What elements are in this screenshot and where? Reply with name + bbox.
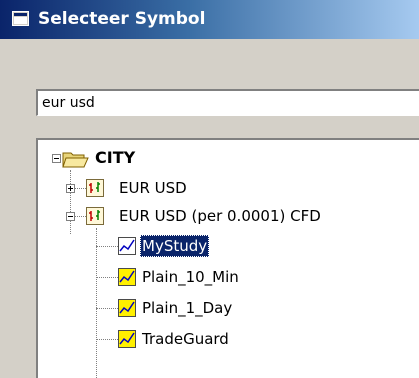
symbol-search-input[interactable] — [36, 89, 419, 116]
symbol-tree: CITY EUR USD EUR USD (per 0.0001) CFD My… — [38, 140, 419, 378]
study-icon — [118, 299, 136, 317]
instrument-chart-icon — [86, 207, 104, 225]
tree-connector — [96, 339, 118, 340]
tree-node-plain-1-day[interactable]: Plain_1_Day — [140, 297, 234, 319]
symbol-tree-panel[interactable]: CITY EUR USD EUR USD (per 0.0001) CFD My… — [36, 138, 419, 378]
study-icon — [118, 330, 136, 348]
tree-connector — [96, 308, 118, 309]
study-icon — [118, 268, 136, 286]
tree-node-plain-10-min[interactable]: Plain_10_Min — [140, 266, 241, 288]
tree-connector — [96, 277, 118, 278]
tree-connector — [96, 246, 118, 247]
tree-node-mystudy[interactable]: MyStudy — [140, 235, 210, 257]
window-title: Selecteer Symbol — [38, 9, 206, 29]
app-window-icon — [12, 11, 29, 26]
tree-connector — [70, 170, 71, 234]
title-bar[interactable]: Selecteer Symbol — [0, 0, 419, 39]
tree-collapse-toggle-city[interactable] — [52, 154, 61, 163]
instrument-chart-icon — [86, 179, 104, 197]
study-icon — [118, 237, 136, 255]
tree-node-tradeguard[interactable]: TradeGuard — [140, 328, 231, 350]
tree-node-eur-usd-cfd[interactable]: EUR USD (per 0.0001) CFD — [117, 205, 323, 227]
tree-node-eur-usd[interactable]: EUR USD — [117, 177, 189, 199]
open-folder-icon — [62, 152, 89, 168]
tree-collapse-toggle-eur-usd-cfd[interactable] — [66, 212, 75, 221]
tree-node-city[interactable]: CITY — [93, 147, 137, 169]
tree-expand-toggle-eur-usd[interactable] — [66, 184, 75, 193]
